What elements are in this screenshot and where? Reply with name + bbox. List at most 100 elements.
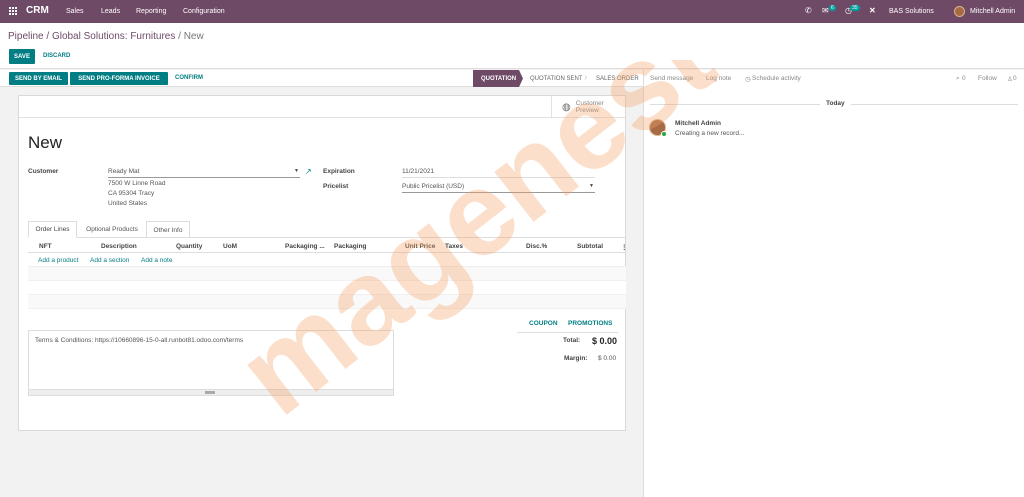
- stage-arrow-icon: ›: [584, 72, 588, 83]
- top-navbar: CRM Sales Leads Reporting Configuration …: [0, 0, 1024, 23]
- empty-row: [28, 267, 626, 281]
- menu-configuration[interactable]: Configuration: [183, 8, 225, 15]
- discard-button[interactable]: DISCARD: [43, 53, 70, 59]
- send-message-button[interactable]: Send message: [650, 75, 693, 82]
- message-author[interactable]: Mitchell Admin: [675, 120, 721, 127]
- empty-row: [28, 281, 626, 295]
- add-note-link[interactable]: Add a note: [141, 257, 172, 264]
- customer-preview-line1: Customer: [575, 100, 604, 107]
- send-by-email-button[interactable]: SEND BY EMAIL: [9, 72, 68, 85]
- tab-other-info[interactable]: Other Info: [146, 221, 190, 238]
- tab-order-lines[interactable]: Order Lines: [28, 221, 77, 238]
- address-line: United States: [108, 200, 148, 207]
- column-header[interactable]: Quantity: [176, 243, 202, 250]
- save-button[interactable]: SAVE: [9, 49, 35, 64]
- follow-button[interactable]: Follow: [978, 75, 997, 82]
- schedule-activity-button[interactable]: Schedule activity: [752, 75, 801, 82]
- column-header[interactable]: Unit Price: [405, 243, 435, 250]
- menu-reporting[interactable]: Reporting: [136, 8, 166, 15]
- breadcrumb-opportunity[interactable]: Global Solutions: Furnitures: [52, 31, 175, 42]
- address-line: CA 95304 Tracy: [108, 190, 155, 197]
- column-header[interactable]: Disc.%: [526, 243, 547, 250]
- form-statusbar: SEND BY EMAIL SEND PRO-FORMA INVOICE CON…: [0, 70, 643, 87]
- apps-grid-icon[interactable]: [9, 7, 18, 16]
- paperclip-icon[interactable]: ⌕: [956, 75, 960, 83]
- total-label: Total:: [563, 337, 581, 344]
- customer-preview-button[interactable]: ◍ Customer Preview: [551, 96, 625, 118]
- sheet-button-box: ◍ Customer Preview: [19, 96, 625, 118]
- messages-icon[interactable]: ✉: [822, 6, 829, 15]
- breadcrumb-separator: /: [46, 31, 50, 42]
- phone-icon[interactable]: ✆: [805, 6, 812, 15]
- menu-leads[interactable]: Leads: [101, 8, 120, 15]
- record-title: New: [28, 133, 63, 152]
- pricelist-field[interactable]: Public Pricelist (USD) ▼: [402, 183, 595, 193]
- optional-columns-icon[interactable]: ⋮: [621, 243, 628, 251]
- app-brand[interactable]: CRM: [26, 5, 49, 16]
- followers-count[interactable]: 0: [1013, 75, 1017, 82]
- stage-sales-order[interactable]: SALES ORDER: [588, 70, 643, 87]
- globe-icon: ◍: [562, 101, 571, 113]
- add-section-link[interactable]: Add a section: [90, 257, 129, 264]
- external-link-icon[interactable]: ↗: [305, 167, 312, 176]
- tab-optional-products[interactable]: Optional Products: [78, 221, 146, 238]
- debug-tools-icon[interactable]: ✕: [869, 6, 876, 15]
- stage-quotation-sent[interactable]: QUOTATION SENT: [522, 70, 586, 87]
- column-header[interactable]: UoM: [223, 243, 237, 250]
- followers-icon[interactable]: ♙: [1007, 75, 1013, 83]
- user-avatar[interactable]: [954, 6, 965, 17]
- promotions-button[interactable]: PROMOTIONS: [568, 320, 612, 327]
- expiration-label: Expiration: [323, 168, 355, 175]
- expiration-field[interactable]: 11/21/2021: [402, 168, 595, 178]
- stage-quotation[interactable]: QUOTATION: [473, 70, 523, 87]
- expiration-value: 11/21/2021: [402, 168, 435, 175]
- notebook-tabs: Order Lines Optional Products Other Info: [28, 221, 626, 238]
- resize-bar[interactable]: [29, 389, 393, 395]
- date-separator-label: Today: [820, 100, 851, 107]
- column-header[interactable]: Subtotal: [577, 243, 603, 250]
- column-header[interactable]: Taxes: [445, 243, 463, 250]
- resize-grip-icon[interactable]: [205, 391, 215, 394]
- caret-down-icon[interactable]: ▼: [294, 168, 299, 174]
- pricelist-value: Public Pricelist (USD): [402, 183, 465, 190]
- company-switcher[interactable]: BAS Solutions: [889, 8, 934, 15]
- customer-value: Ready Mat: [108, 168, 140, 175]
- column-header[interactable]: Packaging: [334, 243, 367, 250]
- confirm-button[interactable]: CONFIRM: [175, 75, 203, 81]
- breadcrumb-pipeline[interactable]: Pipeline: [8, 31, 44, 42]
- customer-label: Customer: [28, 168, 59, 175]
- user-menu[interactable]: Mitchell Admin: [970, 8, 1015, 15]
- caret-down-icon[interactable]: ▼: [589, 183, 594, 189]
- totals-divider: [517, 332, 618, 333]
- control-panel: Pipeline / Global Solutions: Furnitures …: [0, 23, 1024, 69]
- message-body: Creating a new record...: [675, 130, 745, 137]
- empty-row: [28, 295, 626, 309]
- terms-conditions-field[interactable]: Terms & Conditions: https://10660896-15-…: [28, 330, 394, 396]
- breadcrumb: Pipeline / Global Solutions: Furnitures …: [8, 31, 204, 42]
- column-header[interactable]: NFT: [39, 243, 52, 250]
- order-lines-header: NFT Description Quantity UoM Packaging .…: [28, 241, 628, 253]
- online-status-icon: [661, 131, 667, 137]
- log-note-button[interactable]: Log note: [706, 75, 731, 82]
- address-line: 7500 W Linne Road: [108, 180, 166, 187]
- activities-count-badge: 35: [850, 5, 860, 11]
- add-product-link[interactable]: Add a product: [38, 257, 78, 264]
- terms-text: Terms & Conditions: https://10660896-15-…: [35, 337, 244, 344]
- pricelist-label: Pricelist: [323, 183, 349, 190]
- form-sheet: ◍ Customer Preview New Customer Ready Ma…: [18, 95, 628, 431]
- clock-icon: ◷: [745, 76, 751, 83]
- coupon-button[interactable]: COUPON: [529, 320, 558, 327]
- messages-count-badge: 6: [829, 5, 836, 11]
- breadcrumb-separator: /: [178, 31, 181, 42]
- breadcrumb-current: New: [183, 31, 204, 42]
- column-header[interactable]: Description: [101, 243, 137, 250]
- send-proforma-button[interactable]: SEND PRO-FORMA INVOICE: [70, 72, 168, 85]
- add-line-row: Add a product Add a section Add a note: [28, 254, 626, 267]
- chatter-panel: Send message Log note ◷ Schedule activit…: [643, 70, 1024, 497]
- customer-preview-line2: Preview: [575, 107, 599, 114]
- attachments-count[interactable]: 0: [962, 75, 966, 82]
- margin-value: $ 0.00: [598, 355, 617, 362]
- menu-sales[interactable]: Sales: [66, 8, 84, 15]
- customer-field[interactable]: Ready Mat ▼: [108, 168, 300, 178]
- column-header[interactable]: Packaging ...: [285, 243, 325, 250]
